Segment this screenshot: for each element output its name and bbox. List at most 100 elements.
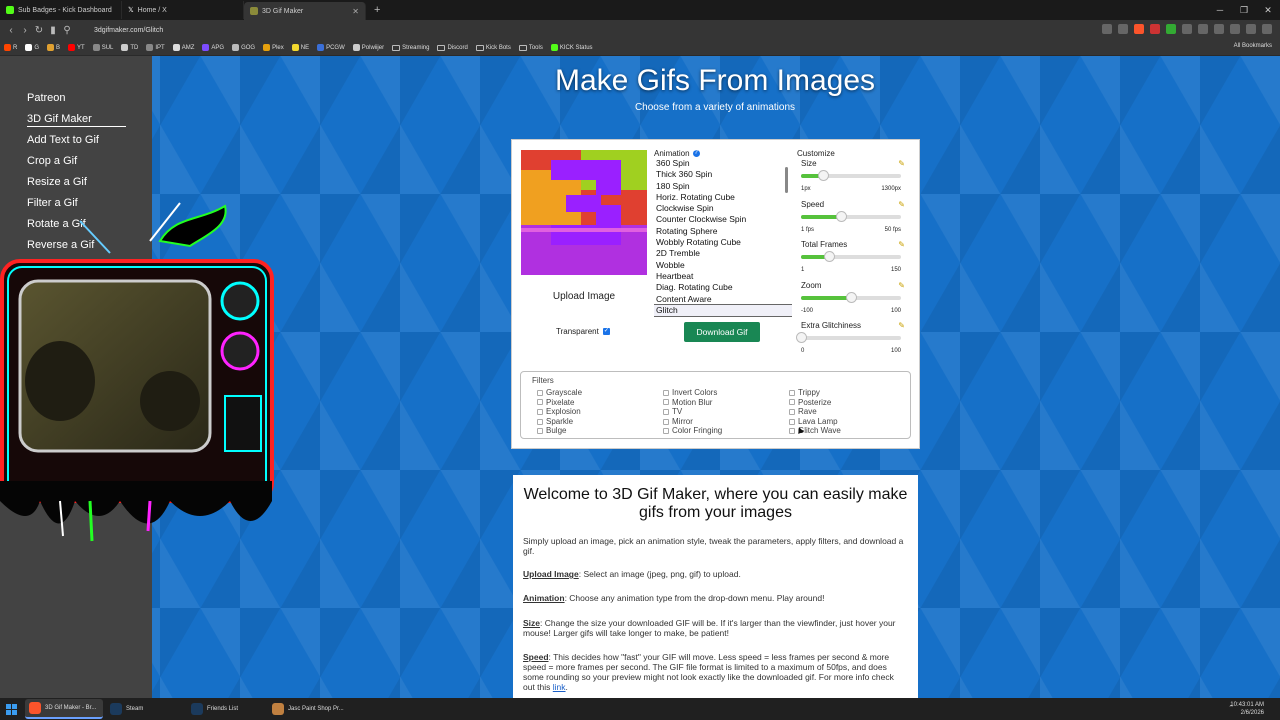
filter-checkbox[interactable] — [663, 389, 669, 396]
filter-checkbox[interactable] — [789, 408, 795, 415]
filter-checkbox[interactable] — [537, 399, 543, 406]
extension-icon[interactable] — [1182, 24, 1192, 34]
slider-handle[interactable] — [796, 332, 807, 343]
tab-home-x[interactable]: 𝕏 Home / X — [122, 1, 244, 19]
filter-grayscale[interactable]: Grayscale — [537, 388, 582, 398]
menu-icon[interactable] — [1262, 24, 1272, 34]
bookmark-plex[interactable]: Plex — [263, 44, 284, 51]
scrollbar-thumb[interactable] — [785, 167, 788, 193]
animation-option[interactable]: Rotating Sphere — [654, 226, 792, 237]
sidebar-item-add-text[interactable]: Add Text to Gif — [27, 134, 99, 146]
filter-posterize[interactable]: Posterize — [789, 398, 841, 408]
slider-handle[interactable] — [836, 211, 847, 222]
slider-handle[interactable] — [846, 292, 857, 303]
sidebar-item-resize[interactable]: Resize a Gif — [27, 176, 87, 188]
filter-checkbox[interactable] — [537, 408, 543, 415]
animation-option[interactable]: Clockwise Spin — [654, 203, 792, 214]
filter-checkbox[interactable] — [789, 418, 795, 425]
bookmark-ipt[interactable]: IPT — [146, 44, 165, 51]
animation-option[interactable]: 180 Spin — [654, 181, 792, 192]
minimize-icon[interactable]: ─ — [1208, 0, 1232, 20]
transparent-toggle[interactable]: Transparent ✓ — [556, 327, 610, 336]
animation-option[interactable]: Horiz. Rotating Cube — [654, 192, 792, 203]
animation-option[interactable]: Counter Clockwise Spin — [654, 214, 792, 225]
close-tab-icon[interactable]: ✕ — [352, 7, 359, 16]
pencil-icon[interactable]: ✎ — [898, 321, 905, 330]
filter-bulge[interactable]: Bulge — [537, 426, 582, 436]
filter-checkbox[interactable] — [789, 399, 795, 406]
filter-trippy[interactable]: Trippy — [789, 388, 841, 398]
bookmark-gog[interactable]: GOG — [232, 44, 255, 51]
speed-info-link[interactable]: link — [553, 682, 566, 692]
filter-rave[interactable]: Rave — [789, 407, 841, 417]
bookmark-ne[interactable]: NE — [291, 44, 309, 51]
filter-sparkle[interactable]: Sparkle — [537, 417, 582, 427]
sidebar-toggle-icon[interactable] — [1230, 24, 1240, 34]
bookmark-pcgw[interactable]: PCGW — [317, 44, 345, 51]
slider-track[interactable] — [801, 170, 901, 181]
animation-option[interactable]: 2D Tremble — [654, 248, 792, 259]
slider-handle[interactable] — [824, 251, 835, 262]
filter-mirror[interactable]: Mirror — [663, 417, 722, 427]
filter-motion-blur[interactable]: Motion Blur — [663, 398, 722, 408]
filter-invert-colors[interactable]: Invert Colors — [663, 388, 722, 398]
taskbar-app[interactable]: 3D Gif Maker - Br... — [25, 699, 103, 719]
slider-track[interactable] — [801, 292, 901, 303]
forward-icon[interactable]: › — [18, 25, 32, 36]
all-bookmarks-button[interactable]: All Bookmarks — [1231, 43, 1272, 49]
bookmark-g[interactable]: G — [25, 44, 39, 51]
animation-list[interactable]: 360 Spin Thick 360 Spin 180 Spin Horiz. Rot… — [654, 158, 792, 318]
taskbar-app[interactable]: Friends List — [187, 699, 265, 719]
back-icon[interactable]: ‹ — [4, 25, 18, 36]
taskbar-app[interactable]: Steam — [106, 699, 184, 719]
bookmark-kick-bots[interactable]: Kick Bots — [475, 44, 511, 51]
new-tab-button[interactable]: + — [374, 4, 380, 16]
bookmark-kick-status[interactable]: KICK Status — [550, 44, 593, 51]
filter-checkbox[interactable] — [537, 428, 543, 435]
maximize-icon[interactable]: ❐ — [1232, 0, 1256, 20]
slider-handle[interactable] — [818, 170, 829, 181]
animation-scrollbar[interactable] — [784, 158, 790, 313]
filter-color-fringing[interactable]: Color Fringing — [663, 426, 722, 436]
download-icon[interactable] — [1246, 24, 1256, 34]
brave-shields-icon[interactable] — [1134, 24, 1144, 34]
help-icon[interactable]: ? — [692, 150, 700, 157]
bookmark-discord[interactable]: Discord — [437, 44, 468, 51]
bookmark-sul[interactable]: SUL — [92, 44, 113, 51]
pencil-icon[interactable]: ✎ — [898, 281, 905, 290]
extension-icon[interactable] — [1150, 24, 1160, 34]
extension-icon[interactable] — [1102, 24, 1112, 34]
filter-checkbox[interactable] — [663, 408, 669, 415]
close-window-icon[interactable]: ✕ — [1256, 0, 1280, 20]
pencil-icon[interactable]: ✎ — [898, 240, 905, 249]
filter-checkbox[interactable] — [789, 389, 795, 396]
gif-preview[interactable] — [521, 150, 647, 275]
filter-checkbox[interactable] — [789, 428, 795, 435]
bookmark-r[interactable]: R — [4, 44, 17, 51]
windows-start-icon[interactable] — [0, 703, 22, 715]
filter-explosion[interactable]: Explosion — [537, 407, 582, 417]
bookmark-page-icon[interactable]: ▮ — [46, 25, 60, 36]
tab-kick-dashboard[interactable]: Sub Badges - Kick Dashboard — [0, 1, 122, 19]
site-settings-icon[interactable]: ⚲ — [60, 25, 74, 36]
extension-icon[interactable] — [1166, 24, 1176, 34]
bookmark-tools[interactable]: Tools — [518, 44, 543, 51]
bookmark-amz[interactable]: AMZ — [172, 44, 194, 51]
reload-icon[interactable]: ↻ — [32, 25, 46, 36]
filter-checkbox[interactable] — [663, 428, 669, 435]
filter-pixelate[interactable]: Pixelate — [537, 398, 582, 408]
tab-3d-gif-maker[interactable]: 3D Gif Maker ✕ — [244, 2, 366, 20]
share-icon[interactable] — [1118, 24, 1128, 34]
animation-option[interactable]: Thick 360 Spin — [654, 169, 792, 180]
bookmark-apg[interactable]: APG — [202, 44, 224, 51]
system-clock[interactable]: 10:43:01 AM 2/6/2026 — [1230, 701, 1264, 717]
extension-icon[interactable] — [1198, 24, 1208, 34]
taskbar-app[interactable]: Jasc Paint Shop Pr... — [268, 699, 346, 719]
animation-option[interactable]: Diag. Rotating Cube — [654, 282, 792, 293]
animation-option[interactable]: 360 Spin — [654, 158, 792, 169]
slider-track[interactable] — [796, 332, 901, 343]
filter-checkbox[interactable] — [663, 399, 669, 406]
animation-option[interactable]: Content Aware — [654, 294, 792, 305]
sidebar-item-3d-gif-maker[interactable]: 3D Gif Maker — [27, 113, 126, 127]
filter-checkbox[interactable] — [537, 418, 543, 425]
